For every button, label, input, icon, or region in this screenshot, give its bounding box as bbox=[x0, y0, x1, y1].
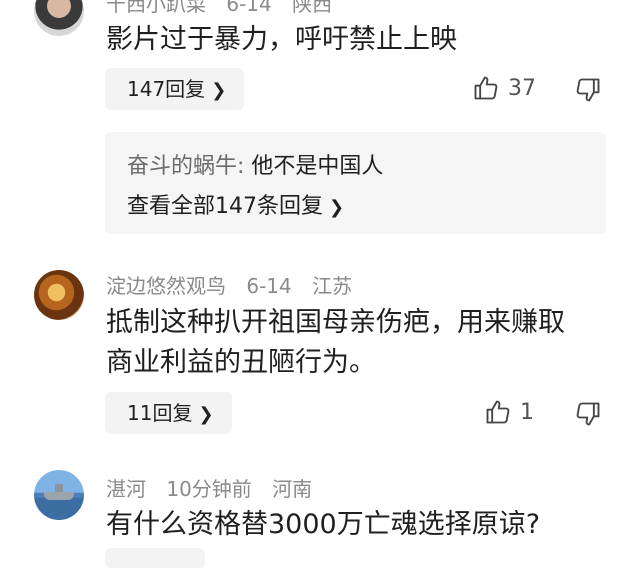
reply-preview-text: 奋斗的蜗牛: 他不是中国人 bbox=[127, 148, 383, 180]
avatar[interactable] bbox=[34, 470, 84, 520]
thumbs-down-icon bbox=[576, 402, 600, 426]
comment-meta: 千西小趴菜 6-14 陕西 bbox=[106, 0, 346, 17]
comment-text: 影片过于暴力，呼吁禁止上映 bbox=[106, 24, 457, 55]
comment-user[interactable]: 湛河 bbox=[106, 477, 146, 501]
comment-date: 6-14 bbox=[246, 274, 292, 298]
reply-author[interactable]: 奋斗的蜗牛: bbox=[127, 154, 244, 179]
comment-location: 河南 bbox=[272, 477, 313, 501]
comment-date: 10分钟前 bbox=[166, 477, 252, 501]
comment-location: 江苏 bbox=[312, 274, 353, 298]
like-count: 37 bbox=[508, 75, 536, 101]
comment-user[interactable]: 千西小趴菜 bbox=[106, 0, 206, 16]
replies-label: 147回复 bbox=[127, 77, 206, 101]
dislike-button[interactable] bbox=[574, 400, 602, 432]
ship-image bbox=[44, 484, 74, 500]
comment-meta: 湛河 10分钟前 河南 bbox=[106, 473, 326, 502]
replies-label: 11回复 bbox=[127, 401, 193, 425]
avatar[interactable] bbox=[34, 270, 84, 320]
comment-date: 6-14 bbox=[226, 0, 272, 16]
like-count: 1 bbox=[520, 399, 534, 425]
chevron-right-icon: ❯ bbox=[211, 80, 227, 101]
comment-meta: 淀边悠然观鸟 6-14 江苏 bbox=[106, 270, 366, 299]
avatar[interactable] bbox=[34, 0, 84, 36]
replies-button[interactable]: 147回复 ❯ bbox=[105, 68, 245, 110]
thumbs-up-icon bbox=[486, 400, 510, 424]
comment-text-line: 商业利益的丑陋行为。 bbox=[106, 347, 376, 378]
chevron-right-icon: ❯ bbox=[198, 404, 214, 425]
replies-button[interactable]: 11回复 ❯ bbox=[105, 392, 232, 434]
like-button[interactable]: 1 bbox=[484, 398, 534, 426]
comment-user[interactable]: 淀边悠然观鸟 bbox=[106, 274, 226, 298]
chevron-right-icon: ❯ bbox=[329, 197, 345, 218]
comment-location: 陕西 bbox=[292, 0, 333, 16]
like-button[interactable]: 37 bbox=[472, 74, 536, 102]
dislike-button[interactable] bbox=[574, 76, 602, 108]
reply-preview[interactable]: 奋斗的蜗牛: 他不是中国人 查看全部147条回复 ❯ bbox=[105, 132, 606, 234]
reply-content: 他不是中国人 bbox=[244, 154, 384, 179]
thumbs-up-icon bbox=[474, 76, 498, 100]
thumbs-down-icon bbox=[576, 78, 600, 102]
comment-text: 有什么资格替3000万亡魂选择原谅? bbox=[106, 509, 541, 540]
comment-text-line: 抵制这种扒开祖国母亲伤疤，用来赚取 bbox=[106, 307, 565, 338]
replies-button[interactable] bbox=[105, 548, 205, 568]
view-all-replies-link[interactable]: 查看全部147条回复 ❯ bbox=[127, 188, 344, 220]
